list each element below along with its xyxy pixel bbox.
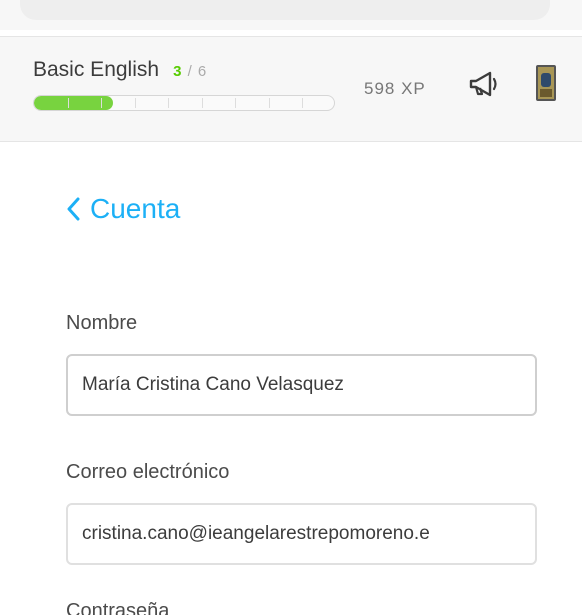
progress-segment-divider [269,98,270,108]
course-title-row: Basic English 3 / 6 [33,58,207,82]
progress-separator: / [187,63,193,80]
name-label: Nombre [66,312,138,334]
email-label: Correo electrónico [66,461,230,483]
top-panel [20,0,550,20]
progress-bar [33,95,335,111]
avatar-face [541,73,551,87]
xp-count: 598 XP [364,79,426,98]
progress-count: 3 / 6 [173,63,207,80]
page: Basic English 3 / 6 598 XP Cuenta Nombre [0,0,582,615]
progress-segment-divider [135,98,136,108]
password-label: Contraseña [66,600,170,615]
chevron-left-icon [67,197,80,221]
avatar[interactable] [536,65,556,101]
progress-segment-divider [202,98,203,108]
name-field[interactable]: María Cristina Cano Velasquez [66,354,537,416]
back-link-label: Cuenta [90,193,181,224]
back-to-account-link[interactable]: Cuenta [66,193,180,225]
progress-segment-divider [101,98,102,108]
top-strip [0,0,582,30]
progress-segment-divider [302,98,303,108]
email-value: cristina.cano@ieangelarestrepomoreno.e [82,523,430,544]
progress-segment-divider [235,98,236,108]
progress-segment-divider [68,98,69,108]
megaphone-icon[interactable] [466,67,500,101]
avatar-base [540,89,552,97]
progress-current: 3 [173,63,183,80]
progress-total: 6 [197,63,208,80]
email-field[interactable]: cristina.cano@ieangelarestrepomoreno.e [66,503,537,565]
name-value: María Cristina Cano Velasquez [82,374,344,395]
progress-segment-divider [168,98,169,108]
course-title[interactable]: Basic English [33,58,159,82]
course-header: Basic English 3 / 6 598 XP [0,36,582,142]
